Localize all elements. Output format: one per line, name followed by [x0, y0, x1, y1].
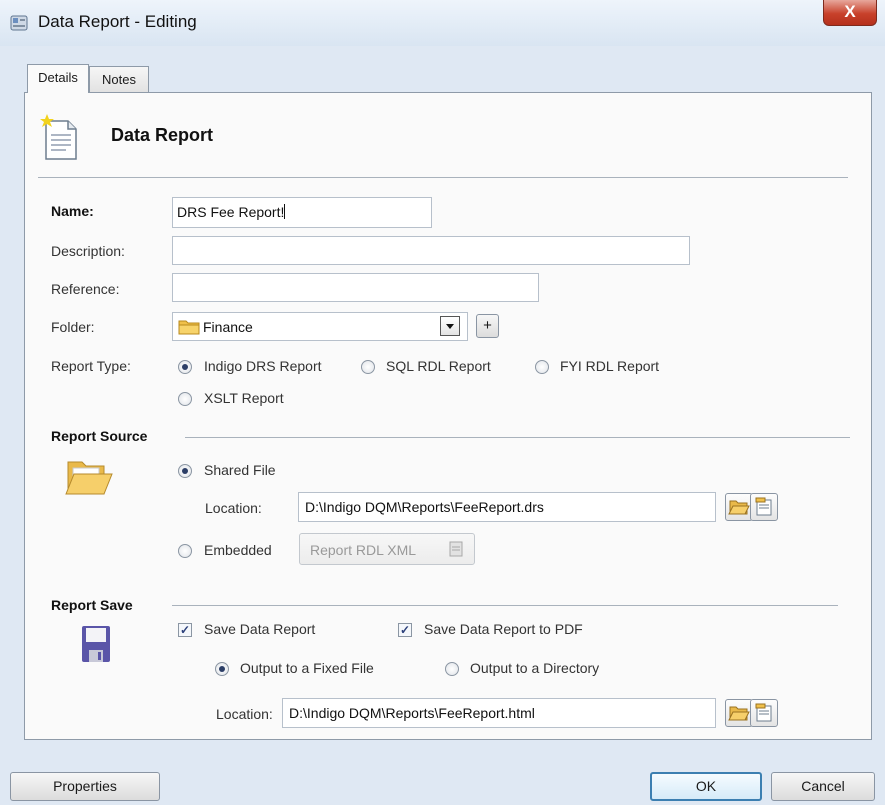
save-location-label: Location:: [216, 706, 273, 722]
edit-source-button[interactable]: [750, 493, 778, 521]
save-location-input[interactable]: D:\Indigo DQM\Reports\FeeReport.html: [282, 698, 716, 728]
tab-notes-label: Notes: [102, 72, 136, 87]
radio-shared-file[interactable]: [178, 464, 192, 478]
edit-save-button[interactable]: [750, 699, 778, 727]
radio-xslt[interactable]: [178, 392, 192, 406]
open-folder-icon: [728, 706, 750, 721]
report-window-icon: [10, 14, 28, 32]
radio-output-fixed-file-label[interactable]: Output to a Fixed File: [240, 660, 374, 676]
folder-select[interactable]: Finance: [172, 312, 468, 341]
edit-document-icon: [755, 703, 772, 722]
close-button[interactable]: X: [823, 0, 877, 26]
folder-value: Finance: [203, 319, 253, 335]
report-save-heading: Report Save: [51, 597, 133, 613]
name-input[interactable]: DRS Fee Report!: [172, 197, 432, 228]
browse-save-button[interactable]: [725, 699, 753, 727]
add-folder-button[interactable]: +: [476, 314, 499, 338]
report-source-divider: [185, 437, 850, 438]
details-panel: [24, 92, 872, 740]
radio-indigo-drs[interactable]: [178, 360, 192, 374]
chevron-down-icon: [446, 324, 454, 329]
name-value: DRS Fee Report!: [177, 204, 285, 220]
radio-xslt-label[interactable]: XSLT Report: [204, 390, 284, 406]
reference-input[interactable]: [172, 273, 539, 302]
open-folder-icon: [64, 456, 116, 500]
radio-sql-rdl-label[interactable]: SQL RDL Report: [386, 358, 491, 374]
save-pdf-label[interactable]: Save Data Report to PDF: [424, 621, 583, 637]
ok-button[interactable]: OK: [650, 772, 762, 801]
ok-button-label: OK: [695, 778, 717, 794]
edit-document-icon: [755, 497, 772, 516]
save-disk-icon: [80, 624, 112, 664]
save-data-report-checkbox[interactable]: ✓: [178, 623, 192, 637]
document-icon: [38, 113, 82, 163]
description-label: Description:: [51, 243, 125, 259]
name-label: Name:: [51, 203, 94, 219]
source-location-input[interactable]: D:\Indigo DQM\Reports\FeeReport.drs: [298, 492, 716, 522]
folder-dropdown-button[interactable]: [440, 316, 460, 336]
folder-label: Folder:: [51, 319, 95, 335]
properties-button-label: Properties: [53, 778, 117, 794]
browse-source-button[interactable]: [725, 493, 753, 521]
reference-label: Reference:: [51, 281, 120, 297]
close-icon: X: [844, 2, 856, 21]
report-type-label: Report Type:: [51, 358, 131, 374]
radio-embedded[interactable]: [178, 544, 192, 558]
report-rdl-xml-label: Report RDL XML: [310, 542, 417, 558]
properties-button[interactable]: Properties: [10, 772, 160, 801]
report-save-divider: [172, 605, 838, 606]
source-location-label: Location:: [205, 500, 262, 516]
description-input[interactable]: [172, 236, 690, 265]
text-cursor: [284, 204, 286, 219]
cancel-button-label: Cancel: [801, 778, 845, 794]
radio-output-fixed-file[interactable]: [215, 662, 229, 676]
report-source-heading: Report Source: [51, 428, 148, 444]
save-data-report-label[interactable]: Save Data Report: [204, 621, 315, 637]
radio-indigo-drs-label[interactable]: Indigo DRS Report: [204, 358, 322, 374]
tab-notes[interactable]: Notes: [89, 66, 149, 92]
radio-output-directory[interactable]: [445, 662, 459, 676]
page-title: Data Report: [111, 125, 214, 145]
radio-fyi-rdl[interactable]: [535, 360, 549, 374]
cancel-button[interactable]: Cancel: [771, 772, 875, 801]
radio-fyi-rdl-label[interactable]: FYI RDL Report: [560, 358, 659, 374]
xml-document-icon: [447, 540, 465, 558]
window-title: Data Report - Editing: [38, 12, 197, 31]
plus-icon: +: [483, 317, 492, 334]
radio-shared-file-label[interactable]: Shared File: [204, 462, 276, 478]
radio-sql-rdl[interactable]: [361, 360, 375, 374]
tab-details[interactable]: Details: [27, 64, 89, 93]
open-folder-icon: [728, 500, 750, 515]
radio-embedded-label[interactable]: Embedded: [204, 542, 272, 558]
header-divider: [38, 177, 848, 178]
tab-details-label: Details: [38, 70, 78, 85]
radio-output-directory-label[interactable]: Output to a Directory: [470, 660, 599, 676]
folder-icon: [178, 319, 200, 335]
save-pdf-checkbox[interactable]: ✓: [398, 623, 412, 637]
